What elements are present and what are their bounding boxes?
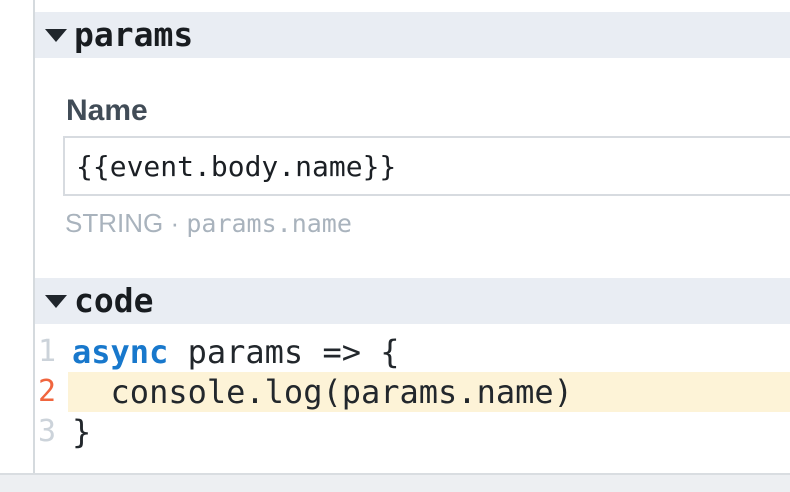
collapse-triangle-icon <box>45 29 67 42</box>
code-line-text: } <box>68 412 790 452</box>
code-line-text: async params => { <box>68 332 790 372</box>
collapse-triangle-icon <box>45 295 67 308</box>
code-line[interactable]: 1 async params => { <box>35 332 790 372</box>
section-header-code[interactable]: code <box>35 278 790 324</box>
code-section-label: code <box>74 278 153 324</box>
field-meta: STRING · params.name <box>65 207 352 240</box>
code-line-text: console.log(params.name) <box>68 372 790 412</box>
params-section-label: params <box>74 12 193 58</box>
code-editor[interactable]: 1 async params => { 2 console.log(params… <box>35 324 790 452</box>
plain-token: params => { <box>168 333 399 371</box>
field-meta-separator: · <box>163 208 186 238</box>
keyword-token: async <box>72 333 168 371</box>
line-number: 1 <box>35 332 68 372</box>
code-line[interactable]: 3 } <box>35 412 790 452</box>
section-header-params[interactable]: params <box>35 12 790 58</box>
field-path: params.name <box>186 209 352 238</box>
line-number: 3 <box>35 412 68 452</box>
panel-footer <box>0 473 790 492</box>
code-line-active[interactable]: 2 console.log(params.name) <box>35 372 790 412</box>
name-field-input[interactable] <box>63 136 790 196</box>
step-config-panel: params Name STRING · params.name code 1 … <box>0 0 790 492</box>
line-number: 2 <box>35 372 68 412</box>
field-type-badge: STRING <box>65 208 163 238</box>
field-label-name: Name <box>66 95 148 127</box>
